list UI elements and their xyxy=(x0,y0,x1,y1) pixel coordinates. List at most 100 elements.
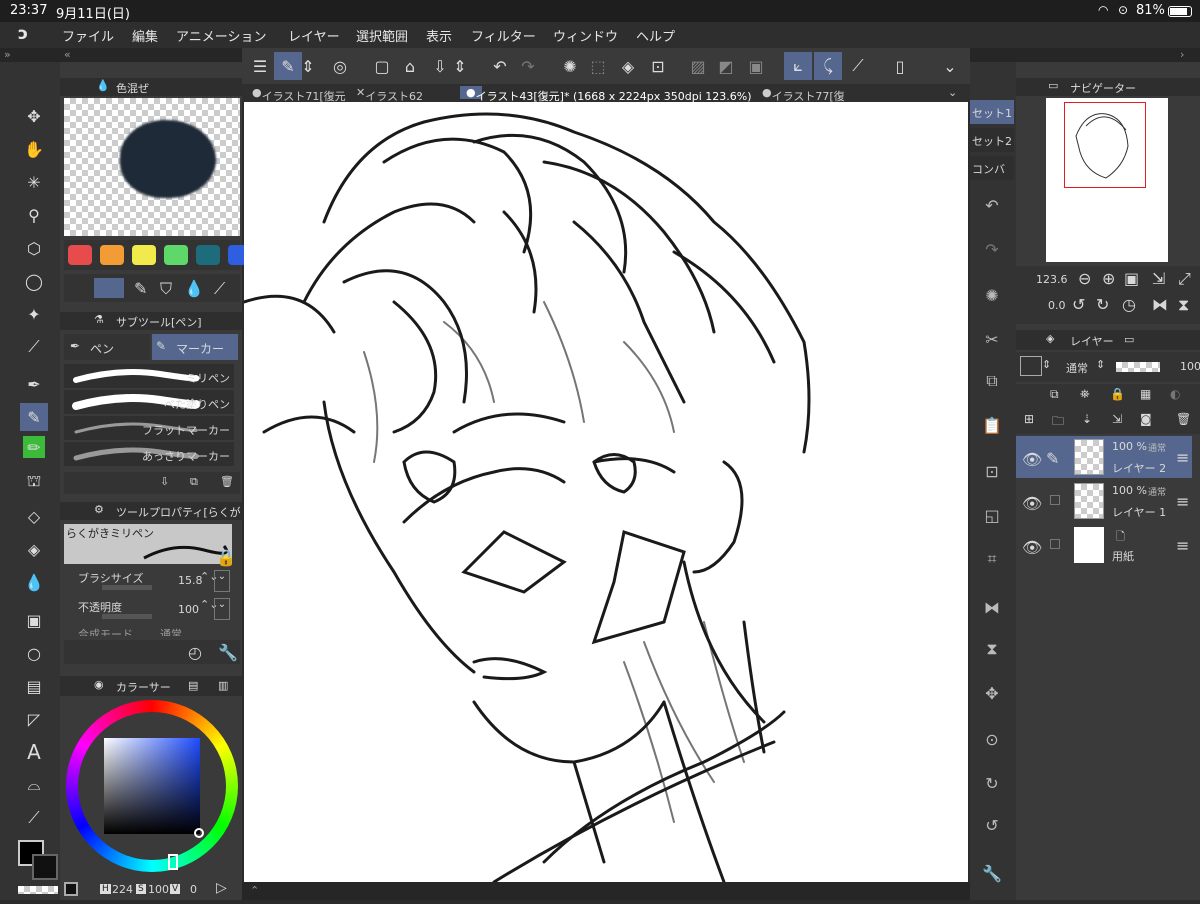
palette-swatch[interactable] xyxy=(100,245,124,265)
tab-illust62[interactable]: ✕ イラスト62 xyxy=(356,86,423,103)
layer2-menu-icon[interactable]: ≡ xyxy=(1176,448,1189,467)
combine-down-icon[interactable]: ⇲ xyxy=(1112,412,1122,426)
rotate-right-icon[interactable]: ↻ xyxy=(974,770,1010,796)
pen-icon[interactable]: ✒ xyxy=(20,370,48,398)
rotate-ccw-icon[interactable]: ↺ xyxy=(1072,295,1085,314)
reset-rotation-icon[interactable]: ◷ xyxy=(1122,295,1136,314)
save-icon[interactable]: ⇩ xyxy=(426,52,454,80)
snap-special-ruler-icon[interactable]: ⤹ xyxy=(814,52,842,80)
transform-icon[interactable]: ⊡ xyxy=(644,52,672,80)
flip-vertical-icon[interactable]: ⧗ xyxy=(974,636,1010,662)
h-value[interactable]: 224 xyxy=(112,883,133,896)
toolbar-expand-icon[interactable]: ⌄ xyxy=(936,52,964,80)
pencil-icon[interactable]: ✏ xyxy=(23,436,45,458)
blend-mix-icon[interactable]: ⛉ xyxy=(160,279,172,299)
brush-item[interactable]: あっさりマーカー xyxy=(64,442,234,466)
correct-line-icon[interactable]: ⟋ xyxy=(20,804,48,832)
dropper-mix-icon[interactable]: 💧 xyxy=(184,279,204,298)
tab-illust71[interactable]: ● イラスト71[復元 xyxy=(252,86,346,103)
spiral-icon[interactable]: ◎ xyxy=(326,52,354,80)
expand-up-icon[interactable]: ⌃ xyxy=(250,884,259,897)
fit-icon[interactable]: ▣ xyxy=(1124,269,1139,288)
actual-size-icon[interactable]: ⇲ xyxy=(1152,269,1165,288)
paper-menu-icon[interactable]: ≡ xyxy=(1176,536,1189,555)
gradient-icon[interactable]: ▣ xyxy=(20,606,48,634)
mask-icon[interactable]: ◐ xyxy=(1170,387,1180,401)
delete-selection-icon[interactable]: ⬚ xyxy=(584,52,612,80)
menu-edit[interactable]: 編集 xyxy=(132,26,158,45)
fill-icon[interactable]: ◈ xyxy=(20,535,48,563)
drawing-canvas[interactable] xyxy=(244,102,968,882)
fit-window-icon[interactable]: ⤢ xyxy=(1178,269,1191,289)
brush-size-slider[interactable] xyxy=(102,585,152,590)
layer-row-1[interactable]: 👁 100 % 通常 レイヤー 1 ≡ xyxy=(1016,480,1192,522)
opacity-slider[interactable] xyxy=(102,614,152,619)
redo-icon[interactable]: ↷ xyxy=(514,52,542,80)
move-icon[interactable]: ✥ xyxy=(20,102,48,130)
smart-edit-stepper-icon[interactable]: ⇕ xyxy=(300,52,316,80)
flip-view-vertical-icon[interactable]: ⧗ xyxy=(1178,295,1189,315)
blend-icon[interactable]: 💧 xyxy=(20,568,48,596)
frame-icon[interactable]: ▤ xyxy=(20,672,48,700)
lock-icon[interactable]: 🔒 xyxy=(216,548,236,567)
flip-horizontal-icon[interactable]: ⧓ xyxy=(974,594,1010,620)
layer1-select-box[interactable] xyxy=(1050,495,1060,505)
zoom-out-icon[interactable]: ⊖ xyxy=(1078,269,1091,288)
text-icon[interactable]: A xyxy=(20,738,48,766)
menu-filter[interactable]: フィルター xyxy=(471,26,536,45)
layer-color-icon[interactable] xyxy=(1020,356,1042,376)
paper-visibility-icon[interactable]: 👁 xyxy=(1022,538,1042,557)
open-folder-icon[interactable]: ⌂ xyxy=(396,52,424,80)
menu-animation[interactable]: アニメーション xyxy=(176,26,266,45)
eyedropper-icon[interactable]: ⟋ xyxy=(20,333,48,361)
convert-tab[interactable]: コンバ xyxy=(970,156,1014,180)
brush-settings-icon[interactable]: ◴ xyxy=(188,643,202,662)
menu-selection[interactable]: 選択範囲 xyxy=(356,26,408,45)
mix-mode-icon[interactable] xyxy=(94,278,124,298)
layer-opacity-value[interactable]: 100 xyxy=(1180,360,1200,373)
layer1-visibility-icon[interactable]: 👁 xyxy=(1022,494,1042,513)
rail-redo-icon[interactable]: ↷ xyxy=(974,236,1010,262)
layer-row-paper[interactable]: 👁 🗋 用紙 ≡ xyxy=(1016,524,1192,566)
palette-swatch[interactable] xyxy=(132,245,156,265)
layer-lock-icon[interactable]: 🔒 xyxy=(1110,387,1125,401)
layer-blend-mode[interactable]: 通常 xyxy=(1066,360,1088,376)
menu-window[interactable]: ウィンドウ xyxy=(553,26,618,45)
brush-size-dropdown-icon[interactable]: ⌄ xyxy=(214,570,230,592)
hsv-main-swatch[interactable] xyxy=(64,882,78,896)
delete-layer-icon[interactable]: 🗑 xyxy=(1176,412,1191,426)
ruler-icon[interactable]: ◸ xyxy=(20,705,48,733)
transfer-down-icon[interactable]: ⇣ xyxy=(1082,412,1092,426)
menu-layer[interactable]: レイヤー xyxy=(288,26,340,45)
screenshot-icon[interactable]: ⊙ xyxy=(974,726,1010,752)
figure-icon[interactable]: ○ xyxy=(20,639,48,667)
layer-blend-stepper-icon[interactable]: ⇕ xyxy=(1096,358,1105,371)
menu-file[interactable]: ファイル xyxy=(62,26,114,45)
palette-swatch[interactable] xyxy=(68,245,92,265)
zoom-icon[interactable]: ⚲ xyxy=(20,201,48,229)
saturation-value-square[interactable] xyxy=(104,738,200,834)
new-layer-icon[interactable]: ⊞ xyxy=(1024,412,1034,426)
eyedropper-mix-icon[interactable]: ⟋ xyxy=(214,279,225,299)
snap-grid-icon[interactable]: ⟋ xyxy=(844,52,872,80)
lasso-icon[interactable]: ◯ xyxy=(20,267,48,295)
brush-item[interactable]: べた塗りペン xyxy=(64,390,234,414)
subtool-tab-marker[interactable]: ✎ マーカー xyxy=(152,334,238,360)
layer-row-2[interactable]: 👁 ✎ 100 % 通常 レイヤー 2 ≡ xyxy=(1016,436,1192,478)
brush-mix-icon[interactable]: ✎ xyxy=(134,279,147,298)
layer1-menu-icon[interactable]: ≡ xyxy=(1176,492,1189,511)
snap-ruler-icon[interactable]: ⟀ xyxy=(784,52,812,80)
palette-swatch[interactable] xyxy=(164,245,188,265)
new-canvas-icon[interactable]: ▢ xyxy=(368,52,396,80)
fill-selection-icon[interactable]: ◈ xyxy=(614,52,642,80)
auto-select-icon[interactable]: ✳ xyxy=(20,168,48,196)
color-set-tab-icon[interactable]: ▤ xyxy=(188,679,198,692)
brush-preset-preview[interactable]: らくがきミリペン 🔒 xyxy=(64,524,236,567)
rotation-value[interactable]: 0.0 xyxy=(1048,299,1066,312)
zoom-value[interactable]: 123.6 xyxy=(1036,273,1068,286)
menu-view[interactable]: 表示 xyxy=(426,26,452,45)
sub-color-swatch[interactable] xyxy=(32,854,58,880)
delete-subtool-icon[interactable]: 🗑 xyxy=(220,475,234,488)
opacity-value[interactable]: 100 xyxy=(178,603,199,616)
menu-icon[interactable]: ☰ xyxy=(246,52,274,80)
